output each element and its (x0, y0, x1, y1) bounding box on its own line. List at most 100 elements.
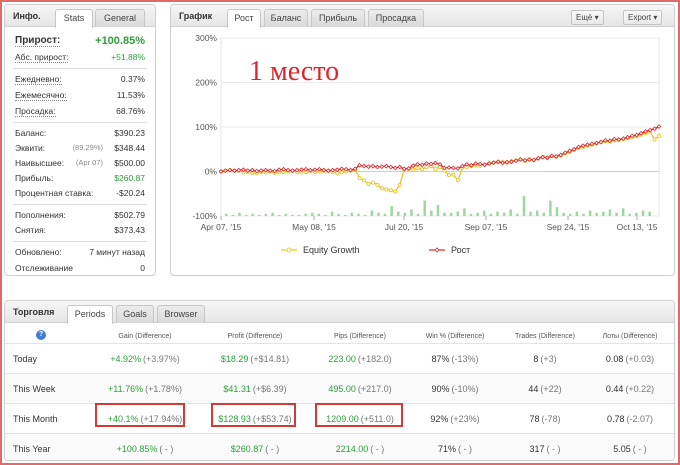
volume-bar (469, 213, 473, 216)
more-dropdown[interactable]: Ещё ▾ (571, 10, 604, 25)
volume-bar (397, 211, 400, 216)
volume-bar (225, 213, 228, 216)
chevron-down-icon: ▾ (594, 13, 599, 22)
gain-value: +100.85% (95, 35, 145, 47)
drawdown-row: Просадка: 68.76% (15, 106, 145, 118)
cell-win: 71%( - ) (410, 434, 500, 460)
data-point (420, 167, 425, 172)
monthly-value: 11.53% (116, 90, 145, 100)
export-label: Export (628, 13, 652, 22)
divider (13, 68, 147, 69)
volume-bar (344, 214, 347, 216)
cell-trades: 78 (-78) (500, 404, 590, 433)
chart-panel-header: График Рост Баланс Прибыль Просадка Ещё … (171, 5, 674, 28)
tab-profit[interactable]: Прибыль (311, 9, 365, 27)
equity-pct: (89.29%) (72, 143, 103, 152)
volume-bar (311, 212, 314, 216)
tab-goals[interactable]: Goals (116, 305, 154, 323)
volume-bar (324, 214, 327, 216)
volume-bar (456, 211, 460, 216)
cell-lots: 0.44 (+0.22) (590, 374, 670, 403)
tab-general[interactable]: General (95, 9, 145, 27)
volume-bar (277, 214, 281, 216)
volume-bar (317, 213, 321, 216)
tab-periods[interactable]: Periods (67, 305, 113, 324)
volume-bar (350, 212, 354, 216)
balance-row: Баланс: $390.23 (15, 128, 145, 140)
volume-bar (641, 210, 645, 216)
period-label: This Month (13, 413, 58, 424)
cell-pips: 495.00 (+217.0) (310, 374, 410, 403)
cell-trades: 44 (+22) (500, 374, 590, 403)
volume-bar (244, 214, 248, 216)
gain-value: +40.1% (107, 413, 139, 424)
lots-difference: ( - ) (632, 443, 647, 454)
volume-bar (502, 212, 506, 216)
divider (13, 241, 147, 242)
info-panel-header: Инфо. Stats General (5, 5, 155, 28)
export-dropdown[interactable]: Export ▾ (623, 10, 663, 25)
x-tick-label: Jul 20, '15 (385, 222, 424, 232)
y-tick-label: 300% (195, 33, 217, 43)
withdrawals-value: $373.43 (114, 225, 145, 235)
data-point (433, 166, 438, 171)
col-profit: Profit (Difference) (227, 332, 283, 340)
legend-marker (286, 247, 292, 253)
volume-bar (582, 213, 585, 216)
cell-trades: 8 (+3) (500, 344, 590, 373)
volume-bar (483, 210, 486, 216)
legend-marker (434, 247, 440, 253)
data-point (415, 165, 420, 170)
win-difference: (+23%) (450, 413, 480, 424)
tab-balance[interactable]: Баланс (264, 9, 308, 27)
abs-gain-label: Абс. прирост: (15, 52, 69, 63)
x-tick-label: May 08, '15 (292, 222, 336, 232)
tab-stats[interactable]: Stats (55, 9, 93, 28)
volume-bar (443, 212, 446, 216)
tab-drawdown[interactable]: Просадка (368, 9, 424, 27)
monthly-row: Ежемесячно: 11.53% (15, 90, 145, 102)
trades-difference: ( - ) (546, 443, 561, 454)
cell-win: 92% (+23%) (410, 404, 500, 433)
tab-browser[interactable]: Browser (157, 305, 205, 323)
volume-bar (377, 212, 380, 216)
legend-item[interactable]: Рост (429, 245, 470, 255)
x-tick-label: Sep 07, '15 (465, 222, 508, 232)
legend-item[interactable]: Equity Growth (281, 245, 360, 255)
profit-value: $18.29 (220, 353, 249, 364)
chart-panel: График Рост Баланс Прибыль Просадка Ещё … (170, 4, 675, 276)
help-icon[interactable]: ? (35, 329, 47, 341)
cell-lots: 0.08 (+0.03) (590, 344, 670, 373)
highest-value: $500.00 (114, 158, 145, 168)
withdrawals-label: Снятия: (15, 225, 47, 235)
volume-bar (575, 211, 579, 216)
volume-bar (588, 210, 592, 216)
volume-bar (390, 206, 393, 216)
volume-bar (304, 213, 307, 216)
info-panel-title: Инфо. (13, 11, 41, 21)
trades-difference: (+3) (540, 353, 557, 364)
pips-difference: (+511.0) (360, 413, 394, 424)
volume-bar (410, 209, 413, 216)
volume-bar (476, 212, 479, 216)
highest-date: (Apr 07) (75, 158, 103, 167)
growth-chart[interactable]: 300% 200% 100% 0% -100% Apr 07, '15 May 08, '… (171, 28, 674, 276)
trades-difference: (-78) (541, 413, 561, 424)
profit-difference: (+$53.74) (252, 413, 292, 424)
win-value: 92% (430, 413, 449, 424)
col-pips: Pips (Difference) (333, 332, 386, 340)
tab-growth[interactable]: Рост (227, 9, 261, 28)
volume-bar (562, 212, 565, 216)
volume-bar (403, 212, 407, 216)
lots-difference: (+0.03) (625, 353, 655, 364)
trades-value: 317 (529, 443, 545, 454)
tracking-label: Отслеживание (15, 263, 74, 273)
gain-difference: (+17.94%) (140, 413, 183, 424)
pips-difference: ( - ) (370, 443, 385, 454)
profit-value: $41.31 (223, 383, 251, 394)
win-value: 71% (437, 443, 456, 454)
cell-gain: +100.85%( - ) (95, 434, 195, 460)
interest-value: -$20.24 (116, 188, 145, 198)
profit-difference: (+$6.39) (252, 383, 287, 394)
volume-bar (297, 214, 301, 216)
